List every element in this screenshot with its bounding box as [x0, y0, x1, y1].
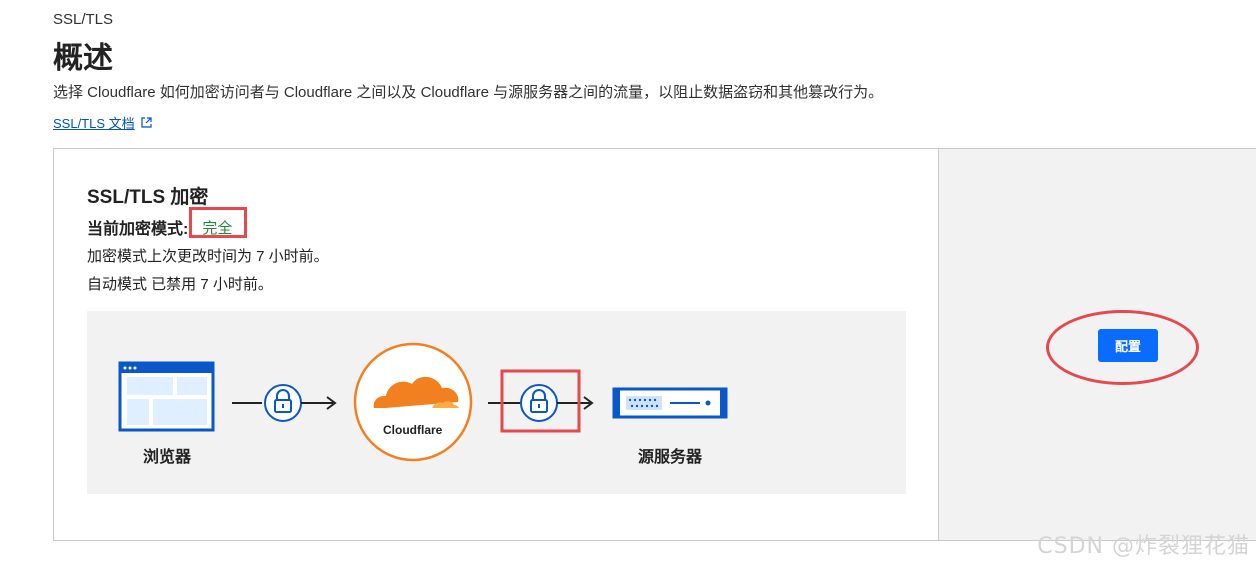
origin-server-label: 源服务器 [638, 449, 703, 466]
lock-icon [520, 384, 558, 422]
cloudflare-label: Cloudflare [383, 423, 443, 437]
encryption-diagram: 浏览器 Cloudflare 源服务器 [87, 311, 906, 494]
mode-changed-text: 加密模式上次更改时间为 7 小时前。 [87, 248, 329, 265]
annotation-box-mode [189, 207, 247, 238]
cloudflare-cloud-icon [353, 342, 473, 462]
page-description: 选择 Cloudflare 如何加密访问者与 Cloudflare 之间以及 C… [53, 84, 884, 101]
docs-link[interactable]: SSL/TLS 文档 [53, 113, 152, 132]
server-icon [612, 387, 728, 419]
mode-label: 当前加密模式: [87, 221, 189, 238]
lock-icon [264, 384, 302, 422]
page-eyebrow: SSL/TLS [53, 11, 114, 28]
external-link-icon [141, 117, 152, 128]
watermark: CSDN @炸裂狸花猫 [1037, 534, 1250, 559]
docs-link-label[interactable]: SSL/TLS 文档 [53, 113, 135, 132]
annotation-ellipse-configure [1046, 310, 1199, 385]
page-title: 概述 [53, 42, 113, 75]
auto-mode-text: 自动模式 已禁用 7 小时前。 [87, 276, 273, 293]
card-title: SSL/TLS 加密 [87, 187, 209, 208]
browser-label: 浏览器 [143, 449, 192, 466]
browser-window-icon [118, 361, 215, 432]
